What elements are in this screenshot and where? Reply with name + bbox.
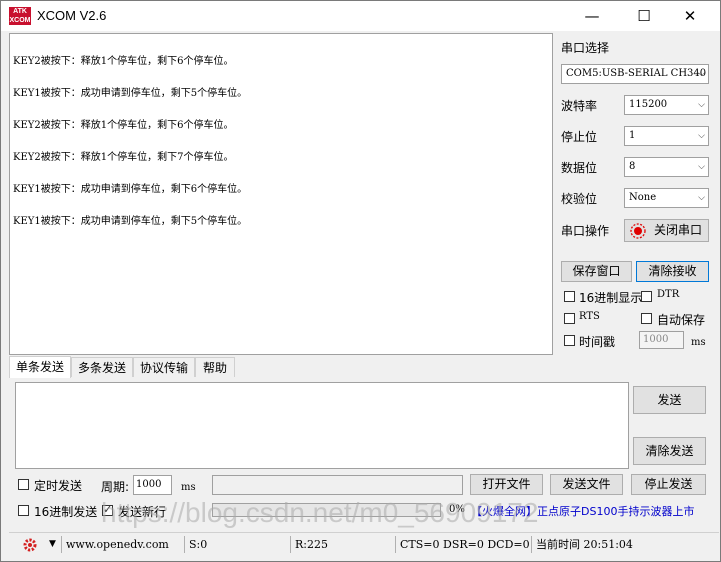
open-file-button[interactable]: 打开文件 [470,474,543,495]
stop-bits-select[interactable]: 1 ⌵ [624,126,709,146]
port-status-icon [630,223,646,239]
gear-icon[interactable] [21,536,39,554]
dtr-label: DTR [657,289,680,300]
window-title: XCOM V2.6 [37,8,107,23]
chevron-down-icon: ⌵ [698,131,705,141]
clear-receive-button[interactable]: 清除接收 [636,261,709,282]
send-input[interactable] [15,382,629,469]
maximize-button[interactable]: ☐ [621,1,667,31]
data-bits-label: 数据位 [561,161,598,175]
receive-line: KEY2被按下：释放1个停车位，剩下6个停车位。 [13,120,234,131]
parity-label: 校验位 [561,192,598,206]
chevron-down-icon[interactable]: ▼ [49,536,56,553]
rts-checkbox[interactable] [564,313,575,324]
chevron-down-icon: ⌵ [698,162,705,172]
send-newline-label: 发送新行 [118,505,167,519]
stop-bits-label: 停止位 [561,130,598,144]
status-sent-count: S:0 [184,536,289,553]
timed-send-label: 定时发送 [34,479,83,493]
port-select-value: COM5:USB-SERIAL CH340 [566,68,707,79]
port-operation-label: 串口操作 [561,224,610,238]
hex-send-checkbox[interactable] [18,505,29,516]
baud-label: 波特率 [561,99,598,113]
progress-percent: 0% [449,504,465,515]
send-button[interactable]: 发送 [633,386,706,414]
data-bits-value: 8 [629,161,636,172]
period-input[interactable]: 1000 [133,475,172,495]
file-path-field[interactable] [212,475,463,495]
stop-send-button[interactable]: 停止发送 [631,474,706,495]
data-bits-select[interactable]: 8 ⌵ [624,157,709,177]
port-select[interactable]: COM5:USB-SERIAL CH340 ⌵ [561,64,709,84]
timestamp-ms-label: ms [691,337,706,348]
timed-send-checkbox[interactable] [18,479,29,490]
tab-single-send[interactable]: 单条发送 [9,356,71,378]
receive-line: KEY2被按下：释放1个停车位，剩下6个停车位。 [13,56,234,67]
port-select-label: 串口选择 [561,41,610,55]
status-time: 当前时间 20:51:04 [531,536,716,553]
close-window-button[interactable]: ✕ [667,1,713,31]
chevron-down-icon: ⌵ [698,193,705,203]
chevron-down-icon: ⌵ [698,100,705,110]
timestamp-input[interactable]: 1000 [639,331,684,349]
status-bar: ▼ www.openedv.com S:0 R:225 CTS=0 DSR=0 … [9,532,719,556]
dtr-checkbox[interactable] [641,291,652,302]
send-progress-bar [212,503,441,517]
receive-line: KEY1被按下：成功申请到停车位，剩下5个停车位。 [13,216,248,227]
parity-select[interactable]: None ⌵ [624,188,709,208]
receive-line: KEY1被按下：成功申请到停车位，剩下6个停车位。 [13,184,248,195]
parity-value: None [629,192,657,203]
status-received-count: R:225 [290,536,395,553]
receive-area[interactable]: KEY2被按下：释放1个停车位，剩下6个停车位。 KEY1被按下：成功申请到停车… [9,33,553,355]
chevron-down-icon: ⌵ [698,69,705,79]
title-bar: ATK XCOM XCOM V2.6 — ☐ ✕ [1,1,720,31]
receive-line: KEY2被按下：释放1个停车位，剩下7个停车位。 [13,152,234,163]
timestamp-checkbox[interactable] [564,335,575,346]
app-window: ATK XCOM XCOM V2.6 — ☐ ✕ KEY2被按下：释放1个停车位，… [0,0,721,562]
hex-display-label: 16进制显示 [579,291,643,305]
save-window-button[interactable]: 保存窗口 [561,261,632,282]
auto-save-checkbox[interactable] [641,313,652,324]
baud-value: 115200 [629,99,668,110]
hex-display-checkbox[interactable] [564,291,575,302]
send-file-button[interactable]: 发送文件 [550,474,623,495]
minimize-button[interactable]: — [569,1,615,31]
xcom-logo-icon: ATK XCOM [9,7,31,25]
tab-multi-send[interactable]: 多条发送 [71,357,133,377]
period-label: 周期: [101,480,130,494]
close-port-button[interactable]: 关闭串口 [624,219,709,242]
rts-label: RTS [579,311,600,322]
status-url[interactable]: www.openedv.com [61,536,184,553]
timestamp-label: 时间戳 [579,335,616,349]
status-signals: CTS=0 DSR=0 DCD=0 [395,536,530,553]
close-port-label: 关闭串口 [654,223,703,237]
period-ms-label: ms [181,482,196,493]
send-newline-checkbox[interactable] [102,503,113,516]
baud-select[interactable]: 115200 ⌵ [624,95,709,115]
promo-link[interactable]: 【火爆全网】正点原子DS100手持示波器上市 [471,503,694,519]
hex-send-label: 16进制发送 [34,505,98,519]
receive-line: KEY1被按下：成功申请到停车位，剩下5个停车位。 [13,88,248,99]
tab-protocol[interactable]: 协议传输 [133,357,195,377]
clear-send-button[interactable]: 清除发送 [633,437,706,465]
stop-bits-value: 1 [629,130,636,141]
auto-save-label: 自动保存 [657,313,706,327]
tab-help[interactable]: 帮助 [195,357,235,377]
